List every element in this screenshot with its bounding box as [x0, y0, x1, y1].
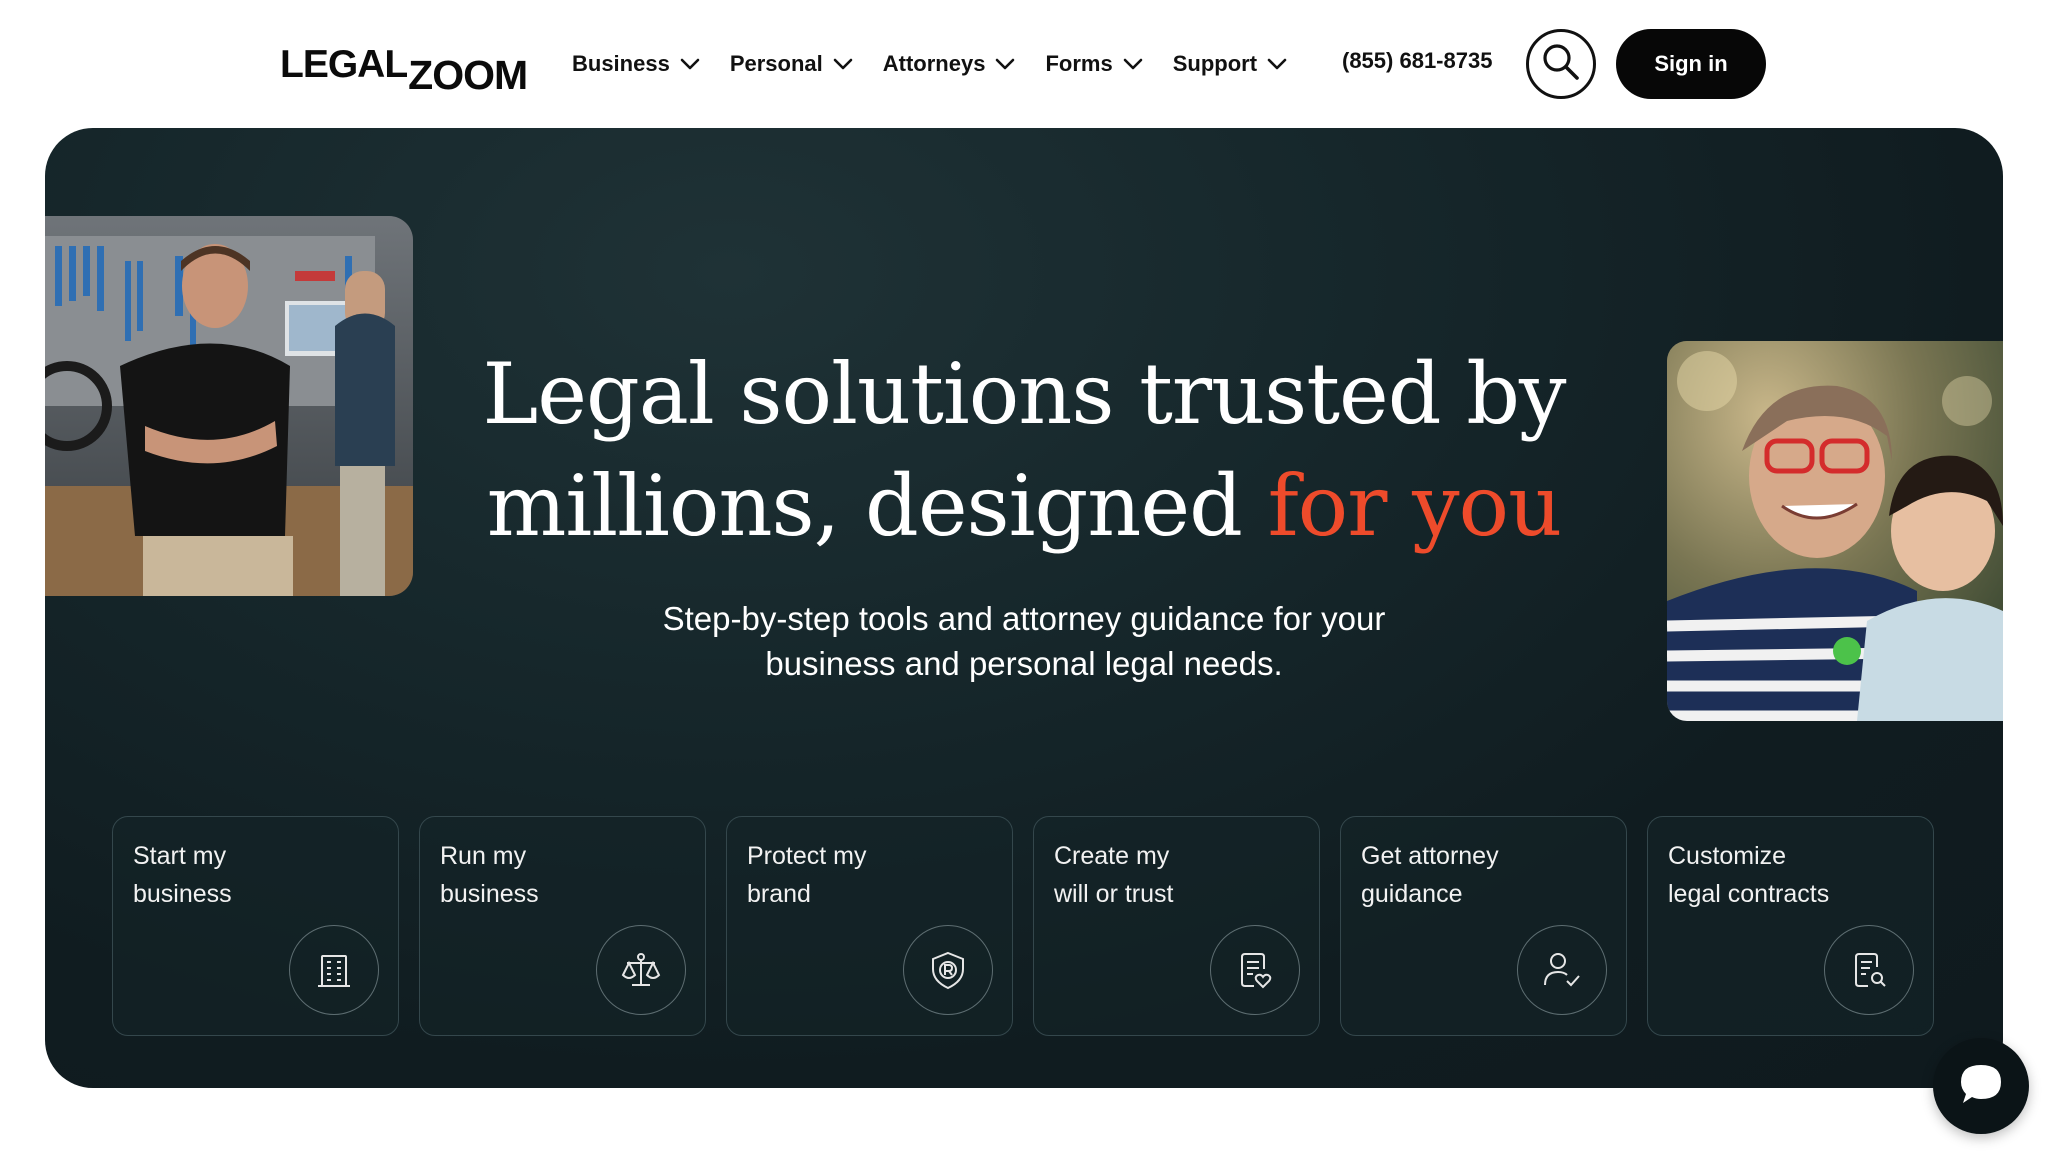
main-nav: Business Personal Attorneys Forms Suppor…	[572, 44, 1317, 84]
chevron-down-icon	[680, 57, 700, 71]
phone-number-link[interactable]: (855) 681-8735	[1342, 48, 1492, 74]
card-label-line-2: business	[133, 880, 232, 908]
nav-business[interactable]: Business	[572, 51, 700, 77]
logo-text-zoom: ZOOM	[408, 52, 528, 98]
scales-icon	[596, 925, 686, 1015]
card-create-my-will-or-trust[interactable]: Create my will or trust	[1033, 816, 1320, 1036]
nav-attorneys-label: Attorneys	[882, 51, 986, 76]
nav-support[interactable]: Support	[1173, 51, 1287, 77]
card-protect-my-brand[interactable]: Protect my brand	[726, 816, 1013, 1036]
trademark-shield-icon	[903, 925, 993, 1015]
nav-personal-label: Personal	[729, 51, 823, 76]
legalzoom-logo[interactable]: LEGALZOOM	[280, 40, 528, 98]
chevron-down-icon	[833, 57, 853, 71]
hero-section: Legal solutions trusted by millions, des…	[45, 128, 2003, 1088]
service-cards: Start my business Run my business Protec…	[112, 816, 1942, 1036]
card-label-line-2: will or trust	[1054, 880, 1174, 908]
hero-subtitle: Step-by-step tools and attorney guidance…	[662, 600, 1386, 682]
card-start-my-business[interactable]: Start my business	[112, 816, 399, 1036]
card-label-line-1: Protect my	[747, 842, 867, 870]
card-label-line-2: brand	[747, 880, 811, 908]
card-label-line-2: legal contracts	[1668, 880, 1830, 908]
nav-personal[interactable]: Personal	[730, 51, 853, 77]
chat-button[interactable]	[1933, 1038, 2029, 1134]
search-icon	[1540, 41, 1582, 88]
headline-line-1: Legal solutions trusted by	[482, 345, 1567, 443]
headline-line-2: millions, designed	[486, 457, 1243, 555]
nav-forms-label: Forms	[1045, 51, 1113, 76]
card-label: Get attorney guidance	[1361, 837, 1591, 913]
card-label: Run my business	[440, 837, 670, 913]
chevron-down-icon	[1123, 57, 1143, 71]
document-search-icon	[1824, 925, 1914, 1015]
card-label: Start my business	[133, 837, 363, 913]
sign-in-button[interactable]: Sign in	[1616, 29, 1766, 99]
chevron-down-icon	[995, 57, 1015, 71]
card-get-attorney-guidance[interactable]: Get attorney guidance	[1340, 816, 1627, 1036]
headline-accent: for you	[1267, 457, 1563, 555]
nav-business-label: Business	[572, 51, 670, 76]
nav-support-label: Support	[1172, 51, 1258, 76]
card-label-line-1: Run my	[440, 842, 527, 870]
hero-photo-family	[1667, 341, 2003, 721]
document-heart-icon	[1210, 925, 1300, 1015]
search-button[interactable]	[1526, 29, 1596, 99]
card-label: Protect my brand	[747, 837, 977, 913]
chat-bubble-icon	[1957, 1061, 2005, 1112]
card-label: Create my will or trust	[1054, 837, 1284, 913]
card-label: Customize legal contracts	[1668, 837, 1898, 913]
building-icon	[289, 925, 379, 1015]
site-header: LEGALZOOM Business Personal Attorneys Fo…	[0, 0, 2048, 128]
card-customize-legal-contracts[interactable]: Customize legal contracts	[1647, 816, 1934, 1036]
card-label-line-1: Get attorney	[1361, 842, 1499, 870]
nav-attorneys[interactable]: Attorneys	[883, 51, 1016, 77]
nav-forms[interactable]: Forms	[1045, 51, 1143, 77]
logo-text-legal: LEGAL	[280, 43, 408, 86]
person-check-icon	[1517, 925, 1607, 1015]
card-label-line-2: business	[440, 880, 539, 908]
card-label-line-2: guidance	[1361, 880, 1463, 908]
chevron-down-icon	[1267, 57, 1287, 71]
card-label-line-1: Customize	[1668, 842, 1787, 870]
card-label-line-1: Create my	[1054, 842, 1170, 870]
card-label-line-1: Start my	[133, 842, 227, 870]
hero-headline: Legal solutions trusted by millions, des…	[345, 338, 1703, 562]
card-run-my-business[interactable]: Run my business	[419, 816, 706, 1036]
